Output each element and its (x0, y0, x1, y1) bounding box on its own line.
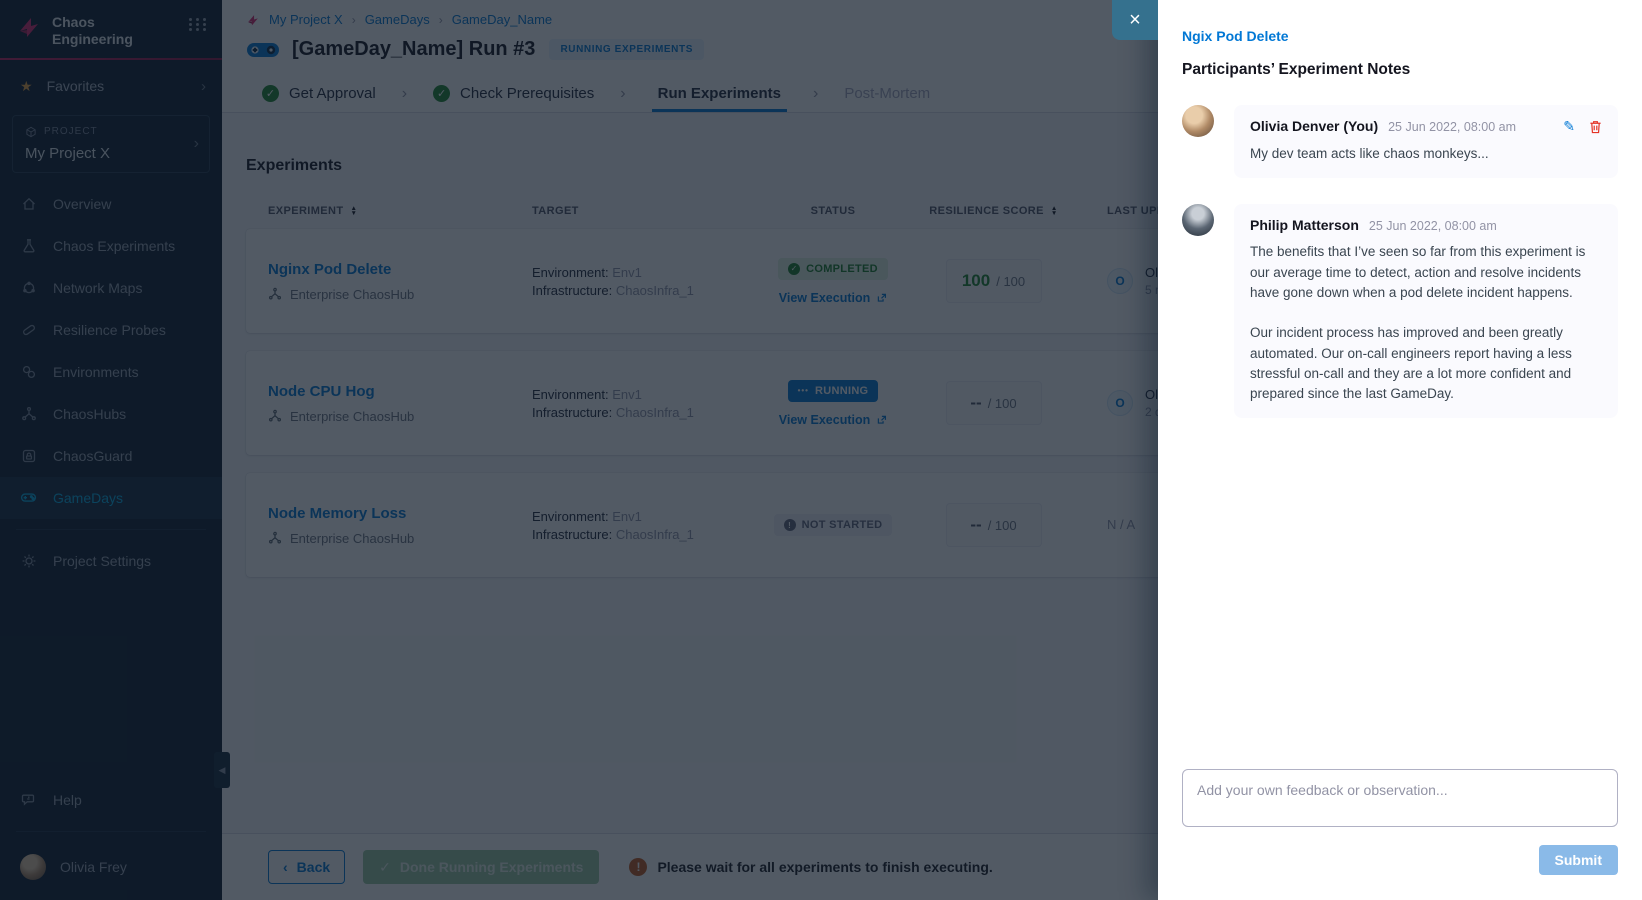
avatar (1182, 105, 1214, 137)
note-item: Philip Matterson 25 Jun 2022, 08:00 am T… (1182, 204, 1618, 418)
note-timestamp: 25 Jun 2022, 08:00 am (1369, 219, 1497, 233)
drawer-content: Ngix Pod Delete Participants’ Experiment… (1158, 0, 1642, 418)
notes-drawer: × Ngix Pod Delete Participants’ Experime… (1158, 0, 1642, 900)
feedback-composer: Submit (1182, 769, 1618, 875)
note-text: The benefits that I’ve seen so far from … (1250, 242, 1602, 404)
avatar (1182, 204, 1214, 236)
delete-note-icon[interactable] (1589, 120, 1602, 134)
note-card: Philip Matterson 25 Jun 2022, 08:00 am T… (1234, 204, 1618, 418)
note-item: Olivia Denver (You) 25 Jun 2022, 08:00 a… (1182, 105, 1618, 178)
feedback-input[interactable] (1182, 769, 1618, 827)
note-author: Olivia Denver (You) (1250, 118, 1378, 134)
note-timestamp: 25 Jun 2022, 08:00 am (1388, 120, 1516, 134)
experiment-name-link[interactable]: Ngix Pod Delete (1182, 28, 1289, 44)
close-icon: × (1129, 9, 1141, 32)
note-text: My dev team acts like chaos monkeys... (1250, 144, 1602, 164)
edit-note-icon[interactable]: ✎ (1563, 118, 1575, 135)
submit-button[interactable]: Submit (1539, 845, 1618, 875)
drawer-title: Participants’ Experiment Notes (1182, 61, 1618, 79)
note-card: Olivia Denver (You) 25 Jun 2022, 08:00 a… (1234, 105, 1618, 178)
note-author: Philip Matterson (1250, 217, 1359, 233)
app-root: Chaos Engineering ★ Favorites › PROJECT … (0, 0, 1642, 900)
close-button[interactable]: × (1112, 0, 1158, 40)
notes-list: Olivia Denver (You) 25 Jun 2022, 08:00 a… (1182, 105, 1618, 418)
